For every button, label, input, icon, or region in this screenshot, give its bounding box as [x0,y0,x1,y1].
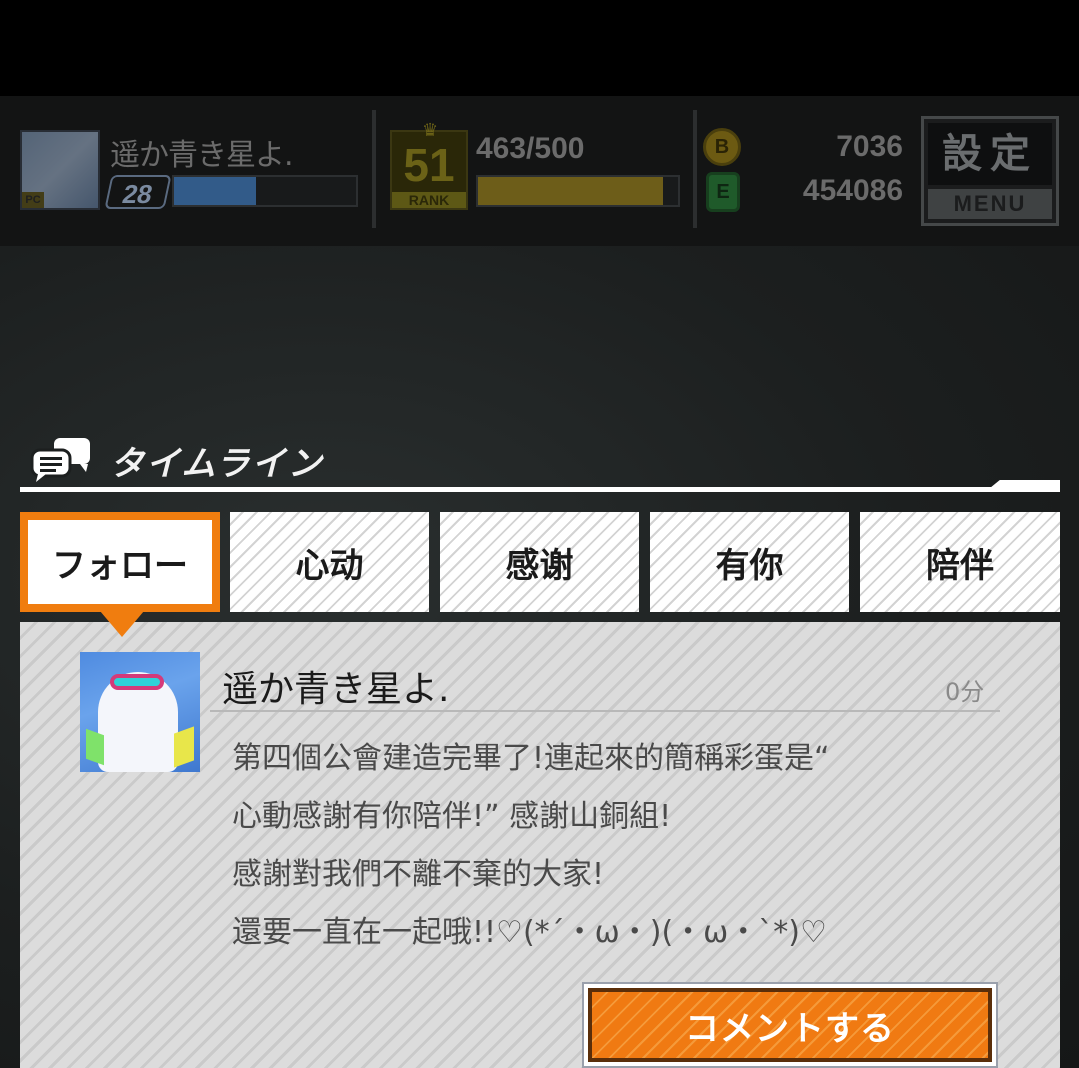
rank-progress-text: 463/500 [476,132,585,165]
comment-button[interactable]: コメントする [582,982,998,1068]
tab-xindong[interactable]: 心动 [230,512,429,612]
rank-label: RANK [392,192,466,208]
post-line: 還要一直在一起哦!!♡(*´・ω・)(・ω・`*)♡ [232,915,827,950]
avatar-badge: PC [22,192,44,208]
post-line: 第四個公會建造完畢了!連起來的簡稱彩蛋是“ [232,741,830,776]
settings-menu-button[interactable]: 設定 MENU [921,116,1059,226]
post-divider [210,710,1000,712]
rank-badge: ♛ 51 RANK [390,120,468,210]
post-author-name: 遥か青き星よ. [222,669,450,710]
tab-peiban[interactable]: 陪伴 [860,512,1060,612]
post-timestamp: 0分 [945,678,985,706]
exp-progress-fill [174,177,256,205]
chat-bubbles-icon [30,438,90,482]
post-line: 感謝對我們不離不棄的大家! [232,857,605,892]
exp-progress-bar [172,175,358,207]
rank-number: 51 [403,139,455,191]
post-line: 心動感謝有你陪伴!” 感謝山銅組! [232,799,672,834]
post-author-avatar[interactable] [80,652,200,772]
coin-value: 7036 [836,130,903,163]
settings-label: 設定 [928,123,1052,185]
tab-youni[interactable]: 有你 [650,512,849,612]
header-divider [372,110,376,228]
player-avatar[interactable]: PC [20,130,100,210]
post-body: 第四個公會建造完畢了!連起來的簡稱彩蛋是“ 心動感謝有你陪伴!” 感謝山銅組! … [232,730,992,962]
timeline-title: タイムライン [110,444,324,484]
menu-label: MENU [928,189,1052,219]
tab-follow[interactable]: フォロー [20,512,220,612]
rank-progress-bar [476,175,680,207]
coin-icon: B [703,128,741,166]
gem-value: 454086 [802,174,903,207]
tab-ganxie[interactable]: 感谢 [440,512,639,612]
gem-icon: E [706,172,740,212]
header-divider [693,110,697,228]
player-level-badge: 28 [104,175,172,209]
player-name: 遥か青き星よ. [110,138,294,173]
active-tab-pointer [100,611,144,637]
top-black-band [0,0,1079,96]
rank-progress-fill [478,177,664,205]
header-rule [20,487,1060,492]
comment-button-label: コメントする [588,988,992,1062]
